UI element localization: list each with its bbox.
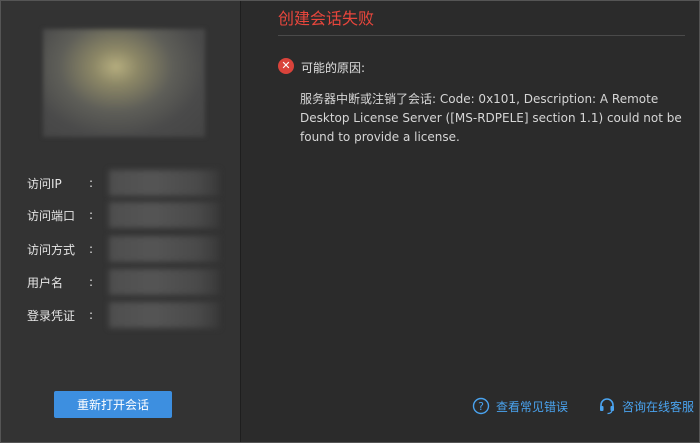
info-label-method: 访问方式 — [27, 242, 76, 257]
question-circle-icon: ? — [472, 397, 490, 415]
info-label-credential: 登录凭证 — [27, 308, 76, 323]
info-label-port: 访问端口 — [27, 208, 76, 223]
session-error-window: 访问IP : 访问端口 : 访问方式 : 用户名 : 登录凭证 : 重新打开会话… — [0, 0, 700, 443]
info-colon: : — [89, 275, 94, 289]
info-colon: : — [89, 242, 94, 256]
online-support-label: 咨询在线客服 — [622, 399, 695, 414]
page-title: 创建会话失败 — [278, 9, 375, 28]
info-value-ip — [109, 170, 219, 196]
info-value-credential — [109, 302, 219, 328]
online-support-link[interactable]: 咨询在线客服 — [598, 397, 694, 415]
info-colon: : — [89, 208, 94, 222]
info-row-method: 访问方式 : — [27, 236, 219, 262]
faq-link-label: 查看常见错误 — [496, 399, 569, 414]
error-message: 服务器中断或注销了会话: Code: 0x101, Description: A… — [300, 92, 682, 144]
avatar — [43, 29, 205, 137]
info-row-credential: 登录凭证 : — [27, 302, 219, 328]
info-colon: : — [89, 308, 94, 322]
reopen-session-button[interactable]: 重新打开会话 — [54, 391, 172, 418]
info-row-port: 访问端口 : — [27, 202, 219, 228]
faq-link[interactable]: ? 查看常见错误 — [472, 397, 568, 415]
info-row-ip: 访问IP : — [27, 170, 219, 196]
error-circle-icon: ✕ — [278, 58, 294, 74]
info-row-username: 用户名 : — [27, 269, 219, 295]
connection-info-panel: 访问IP : 访问端口 : 访问方式 : 用户名 : 登录凭证 : 重新打开会话 — [1, 1, 241, 442]
info-label-ip: 访问IP — [27, 176, 62, 191]
info-value-username — [109, 269, 219, 295]
info-colon: : — [89, 176, 94, 190]
reason-label: 可能的原因: — [301, 61, 366, 75]
title-divider — [278, 35, 685, 36]
svg-text:?: ? — [478, 400, 484, 413]
info-value-port — [109, 202, 219, 228]
info-label-username: 用户名 — [27, 275, 64, 290]
info-value-method — [109, 236, 219, 262]
headset-icon — [600, 398, 614, 415]
